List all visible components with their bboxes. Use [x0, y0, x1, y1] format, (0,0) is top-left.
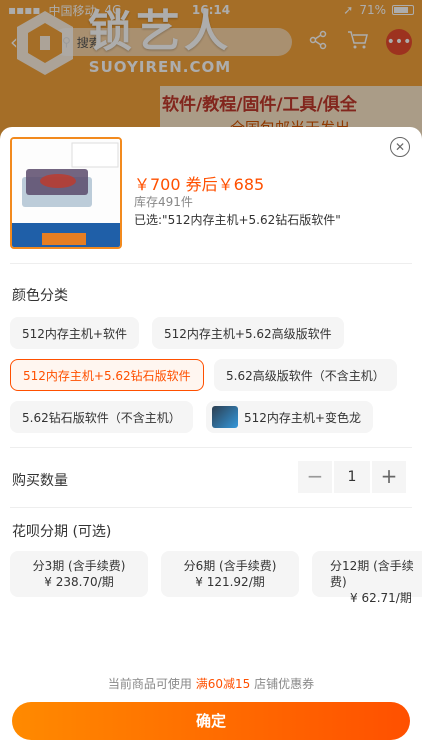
variant-option[interactable]: 5.62高级版软件（不含主机）: [214, 359, 397, 391]
sku-sheet: ✕ ￥700 券后￥685 库存491件 已选:"512内存主机+5.62钻石版…: [0, 127, 422, 750]
variant-option-label: 512内存主机+变色龙: [244, 410, 361, 425]
coupon-prefix: 当前商品可使用: [107, 677, 196, 691]
confirm-button[interactable]: 确定: [12, 702, 410, 740]
product-photo: [12, 139, 120, 247]
variant-option-label: 5.62钻石版软件（不含主机）: [22, 410, 181, 425]
product-image[interactable]: [10, 137, 122, 249]
price: ￥700: [134, 175, 181, 194]
variant-option[interactable]: 5.62钻石版软件（不含主机）: [10, 401, 193, 433]
installment-term: 分6期 (含手续费): [183, 559, 277, 573]
variant-option-label: 512内存主机+软件: [22, 326, 127, 341]
installment-term: 分12期 (含手续费): [330, 559, 414, 589]
installment-title: 花呗分期 (可选): [12, 524, 112, 540]
installment-option[interactable]: 分12期 (含手续费) ¥ 62.71/期: [312, 551, 422, 605]
variant-option-selected[interactable]: 512内存主机+5.62钻石版软件: [10, 359, 204, 391]
divider: [10, 507, 412, 508]
installment-option[interactable]: 分6期 (含手续费) ¥ 121.92/期: [161, 551, 299, 597]
installment-amount: ¥ 62.71/期: [350, 591, 412, 605]
quantity-stepper: − 1 +: [298, 461, 406, 493]
dim-overlay[interactable]: [0, 0, 422, 140]
variant-option-label: 512内存主机+5.62钻石版软件: [23, 368, 191, 383]
divider: [10, 263, 412, 264]
installment-term: 分3期 (含手续费): [32, 559, 126, 573]
coupon-suffix: 店铺优惠券: [250, 677, 315, 691]
divider: [10, 447, 412, 448]
variant-section-title: 颜色分类: [12, 288, 68, 304]
variant-thumbnail: [212, 406, 238, 428]
variant-option-label: 5.62高级版软件（不含主机）: [226, 368, 385, 383]
selected-summary: 已选:"512内存主机+5.62钻石版软件": [134, 213, 341, 227]
coupon-note: 当前商品可使用 满60减15 店铺优惠券: [0, 675, 422, 692]
variant-option-label: 512内存主机+5.62高级版软件: [164, 326, 332, 341]
quantity-plus-button[interactable]: +: [372, 461, 406, 493]
variant-option[interactable]: 512内存主机+5.62高级版软件: [152, 317, 344, 349]
installment-option[interactable]: 分3期 (含手续费) ¥ 238.70/期: [10, 551, 148, 597]
installment-amount: ¥ 238.70/期: [44, 575, 114, 589]
price-line: ￥700 券后￥685: [134, 171, 264, 195]
quantity-title: 购买数量: [12, 473, 68, 489]
stock-count: 库存491件: [134, 195, 193, 209]
variant-option[interactable]: 512内存主机+变色龙: [206, 401, 373, 433]
quantity-value[interactable]: 1: [334, 461, 370, 493]
close-button[interactable]: ✕: [390, 137, 410, 157]
coupon-highlight: 满60减15: [195, 677, 251, 691]
installment-amount: ¥ 121.92/期: [195, 575, 265, 589]
variant-option[interactable]: 512内存主机+软件: [10, 317, 139, 349]
coupon-price: 券后￥685: [185, 175, 265, 194]
quantity-minus-button[interactable]: −: [298, 461, 332, 493]
